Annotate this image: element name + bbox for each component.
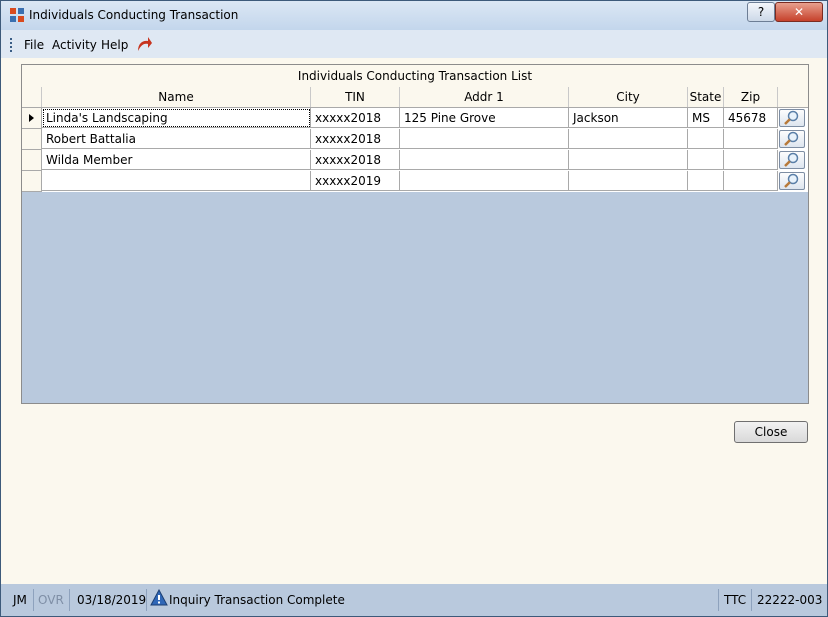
redo-arrow-icon[interactable] xyxy=(135,35,153,53)
status-separator xyxy=(33,589,34,611)
status-separator xyxy=(69,589,70,611)
app-icon xyxy=(10,8,24,22)
close-button[interactable]: Close xyxy=(734,421,808,443)
current-row-arrow-icon xyxy=(29,114,34,122)
magnifier-icon xyxy=(784,131,799,146)
column-header-city[interactable]: City xyxy=(569,87,688,107)
cell-name[interactable] xyxy=(42,171,311,191)
main-window: Individuals Conducting Transaction ? ✕ F… xyxy=(0,0,828,617)
cell-state[interactable] xyxy=(688,150,724,170)
column-header-tin[interactable]: TIN xyxy=(311,87,400,107)
cell-city[interactable]: Jackson xyxy=(569,108,688,128)
column-header-zip[interactable]: Zip xyxy=(724,87,778,107)
magnifier-icon xyxy=(784,173,799,188)
cell-city[interactable] xyxy=(569,150,688,170)
cell-zip[interactable]: 45678 xyxy=(724,108,778,128)
cell-addr1[interactable]: 125 Pine Grove xyxy=(400,108,569,128)
lookup-button[interactable] xyxy=(779,151,805,169)
cell-zip[interactable] xyxy=(724,129,778,149)
status-code: TTC xyxy=(724,593,747,607)
row-header[interactable] xyxy=(22,129,42,150)
cell-city[interactable] xyxy=(569,129,688,149)
status-separator xyxy=(751,589,752,611)
cell-tin[interactable]: xxxxx2018 xyxy=(311,129,400,149)
table-row[interactable]: Linda's Landscaping xxxxx2018 125 Pine G… xyxy=(22,108,808,129)
column-header-addr1[interactable]: Addr 1 xyxy=(400,87,569,107)
column-header-state[interactable]: State xyxy=(688,87,724,107)
cell-zip[interactable] xyxy=(724,150,778,170)
title-bar: Individuals Conducting Transaction ? ✕ xyxy=(1,1,827,30)
menu-grip xyxy=(10,38,15,52)
individuals-grid: Individuals Conducting Transaction List … xyxy=(21,64,809,404)
cell-city[interactable] xyxy=(569,171,688,191)
cell-state[interactable] xyxy=(688,171,724,191)
status-bar: JM OVR 03/18/2019 Inquiry Transaction Co… xyxy=(1,584,827,616)
row-header-corner xyxy=(22,87,42,107)
status-user: JM xyxy=(13,593,27,607)
cell-state[interactable] xyxy=(688,129,724,149)
cell-name[interactable]: Robert Battalia xyxy=(42,129,311,149)
cell-name[interactable]: Wilda Member xyxy=(42,150,311,170)
status-account: 22222-003 xyxy=(757,593,823,607)
magnifier-icon xyxy=(784,110,799,125)
row-header[interactable] xyxy=(22,150,42,171)
magnifier-icon xyxy=(784,152,799,167)
status-separator xyxy=(718,589,719,611)
cell-addr1[interactable] xyxy=(400,150,569,170)
cell-tin[interactable]: xxxxx2018 xyxy=(311,108,400,128)
row-header[interactable] xyxy=(22,171,42,192)
cell-addr1[interactable] xyxy=(400,129,569,149)
menu-activity[interactable]: Activity xyxy=(52,38,97,52)
status-separator xyxy=(146,589,147,611)
window-close-button[interactable]: ✕ xyxy=(775,2,823,22)
table-row[interactable]: xxxxx2019 xyxy=(22,171,808,192)
menu-help[interactable]: Help xyxy=(101,38,128,52)
table-row[interactable]: Wilda Member xxxxx2018 xyxy=(22,150,808,171)
cell-addr1[interactable] xyxy=(400,171,569,191)
row-header[interactable] xyxy=(22,108,42,129)
info-warning-icon xyxy=(150,589,168,606)
cell-state[interactable]: MS xyxy=(688,108,724,128)
help-button[interactable]: ? xyxy=(747,2,775,22)
table-row[interactable]: Robert Battalia xxxxx2018 xyxy=(22,129,808,150)
grid-title: Individuals Conducting Transaction List xyxy=(22,65,808,88)
cell-zip[interactable] xyxy=(724,171,778,191)
column-header-name[interactable]: Name xyxy=(42,87,311,107)
grid-header-row: Name TIN Addr 1 City State Zip xyxy=(22,87,808,108)
cell-tin[interactable]: xxxxx2019 xyxy=(311,171,400,191)
cell-tin[interactable]: xxxxx2018 xyxy=(311,150,400,170)
cell-name[interactable]: Linda's Landscaping xyxy=(42,108,311,128)
lookup-button[interactable] xyxy=(779,109,805,127)
status-ovr: OVR xyxy=(38,593,64,607)
status-date: 03/18/2019 xyxy=(77,593,147,607)
status-message: Inquiry Transaction Complete xyxy=(169,593,345,607)
menu-file[interactable]: File xyxy=(24,38,44,52)
lookup-button[interactable] xyxy=(779,172,805,190)
window-title: Individuals Conducting Transaction xyxy=(29,8,239,22)
lookup-button[interactable] xyxy=(779,130,805,148)
